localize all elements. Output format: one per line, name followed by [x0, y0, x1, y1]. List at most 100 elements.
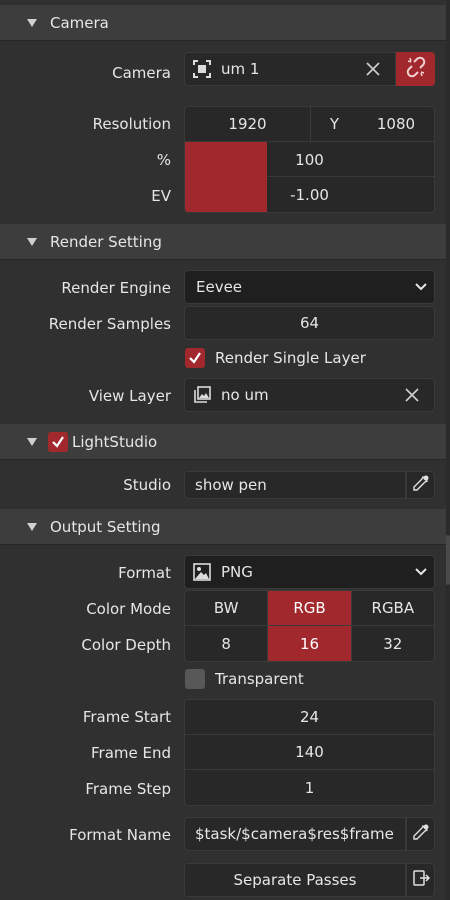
eyedropper-icon [412, 474, 430, 496]
color-mode-rgb[interactable]: RGB [268, 591, 352, 625]
color-mode-label: Color Mode [86, 600, 171, 618]
studio-eyedropper-button[interactable] [406, 471, 435, 499]
percent-row: 100 [185, 142, 434, 177]
format-name-eyedropper-button[interactable] [406, 817, 435, 851]
render-samples-value: 64 [299, 314, 320, 332]
render-panel-header[interactable]: Render Setting [0, 224, 446, 260]
transparent-label: Transparent [215, 670, 304, 688]
color-depth-8-label: 8 [221, 634, 231, 653]
lightstudio-panel-header[interactable]: LightStudio [0, 424, 446, 460]
resolution-y-value: 1080 [376, 115, 416, 133]
output-panel-header[interactable]: Output Setting [0, 509, 446, 545]
color-depth-label: Color Depth [81, 636, 171, 654]
frame-range-group: 24 140 1 [184, 699, 435, 806]
frame-end-row: 140 [185, 735, 434, 770]
resolution-group: 1920 Y 1080 100 -1.00 [184, 106, 435, 213]
separate-passes-options-button[interactable] [406, 863, 435, 897]
color-mode-rgba-label: RGBA [371, 599, 415, 617]
ev-value: -1.00 [290, 185, 329, 204]
view-layer-selector[interactable]: no um [184, 378, 435, 412]
camera-panel-header[interactable]: Camera [0, 5, 446, 41]
collapse-triangle-icon [27, 18, 37, 27]
collapse-triangle-icon [27, 237, 37, 246]
separate-passes-button[interactable]: Separate Passes [184, 863, 406, 897]
ev-label: EV [151, 187, 171, 205]
percent-label: % [156, 151, 171, 169]
percent-slider-fill [185, 142, 268, 177]
checkmark-icon [52, 435, 64, 448]
format-name-field[interactable]: $task/$camera$res$frame [184, 817, 406, 851]
frame-step-label: Frame Step [85, 780, 171, 798]
frame-end-label: Frame End [90, 744, 171, 762]
resolution-row: 1920 Y 1080 [185, 107, 434, 142]
chevron-down-icon [414, 563, 428, 581]
render-panel-title: Render Setting [50, 232, 162, 251]
lightstudio-enable-checkbox[interactable] [48, 431, 68, 452]
color-mode-rgba[interactable]: RGBA [352, 591, 434, 625]
color-depth-16[interactable]: 16 [268, 626, 352, 661]
frame-end-value: 140 [295, 743, 324, 761]
transparent-toggle[interactable]: Transparent [185, 669, 304, 689]
format-value: PNG [221, 563, 253, 581]
render-engine-label: Render Engine [61, 279, 171, 297]
image-layers-icon [189, 382, 215, 408]
color-mode-rgb-label: RGB [293, 599, 326, 617]
render-engine-value: Eevee [196, 278, 243, 296]
format-name-value: $task/$camera$res$frame [195, 825, 394, 843]
unlink-camera-button[interactable] [396, 52, 435, 86]
chevron-down-icon [414, 278, 428, 296]
color-depth-16-label: 16 [299, 634, 320, 653]
percent-value: 100 [295, 150, 324, 169]
frame-start-row: 24 [185, 700, 434, 735]
color-mode-bw[interactable]: BW [185, 591, 269, 625]
ev-row: -1.00 [185, 177, 434, 212]
studio-field[interactable]: show pen [184, 471, 406, 499]
frame-step-field[interactable]: 1 [185, 770, 434, 805]
scrollbar-track[interactable] [446, 0, 450, 900]
render-single-layer-toggle[interactable]: Render Single Layer [185, 348, 366, 368]
frame-step-value: 1 [304, 778, 315, 797]
broken-link-icon [404, 55, 428, 83]
collapse-triangle-icon [27, 437, 37, 446]
clear-camera-icon[interactable] [363, 59, 383, 79]
render-engine-dropdown[interactable]: Eevee [184, 270, 435, 304]
resolution-percent-slider[interactable]: 100 [185, 142, 434, 177]
eyedropper-icon [412, 823, 430, 845]
render-samples-field[interactable]: 64 [184, 306, 435, 340]
color-mode-row: BW RGB RGBA [185, 591, 434, 626]
export-icon [411, 868, 431, 892]
camera-selector[interactable]: um 1 [184, 52, 396, 86]
studio-label: Studio [123, 476, 171, 494]
color-depth-32[interactable]: 32 [352, 626, 434, 661]
frame-start-value: 24 [299, 708, 320, 726]
checkbox-checked-icon [185, 348, 205, 368]
resolution-label: Resolution [92, 115, 171, 133]
view-layer-label: View Layer [88, 387, 171, 405]
camera-object-icon [189, 56, 215, 82]
format-label: Format [118, 564, 171, 582]
color-depth-8[interactable]: 8 [185, 626, 269, 661]
format-dropdown[interactable]: PNG [184, 555, 435, 589]
view-layer-value: no um [221, 386, 269, 404]
image-icon [189, 559, 215, 585]
render-single-layer-label: Render Single Layer [215, 349, 366, 367]
collapse-triangle-icon [27, 522, 37, 531]
camera-value: um 1 [221, 60, 260, 78]
color-depth-row: 8 16 32 [185, 626, 434, 661]
clear-view-layer-icon[interactable] [402, 385, 422, 405]
color-depth-32-label: 32 [383, 634, 403, 653]
separate-passes-label: Separate Passes [233, 871, 357, 889]
camera-panel-title: Camera [50, 13, 109, 32]
resolution-y-field[interactable]: Y 1080 [311, 107, 434, 141]
scrollbar-thumb[interactable] [446, 535, 450, 585]
lightstudio-panel-title: LightStudio [72, 432, 158, 451]
ev-slider-fill [185, 177, 268, 212]
frame-start-field[interactable]: 24 [185, 700, 434, 734]
frame-end-field[interactable]: 140 [185, 735, 434, 769]
ev-slider[interactable]: -1.00 [185, 177, 434, 212]
resolution-x-field[interactable]: 1920 [185, 107, 311, 141]
studio-value: show pen [195, 476, 267, 494]
resolution-y-label: Y [329, 115, 340, 133]
format-name-label: Format Name [69, 826, 171, 844]
camera-label: Camera [112, 64, 171, 82]
